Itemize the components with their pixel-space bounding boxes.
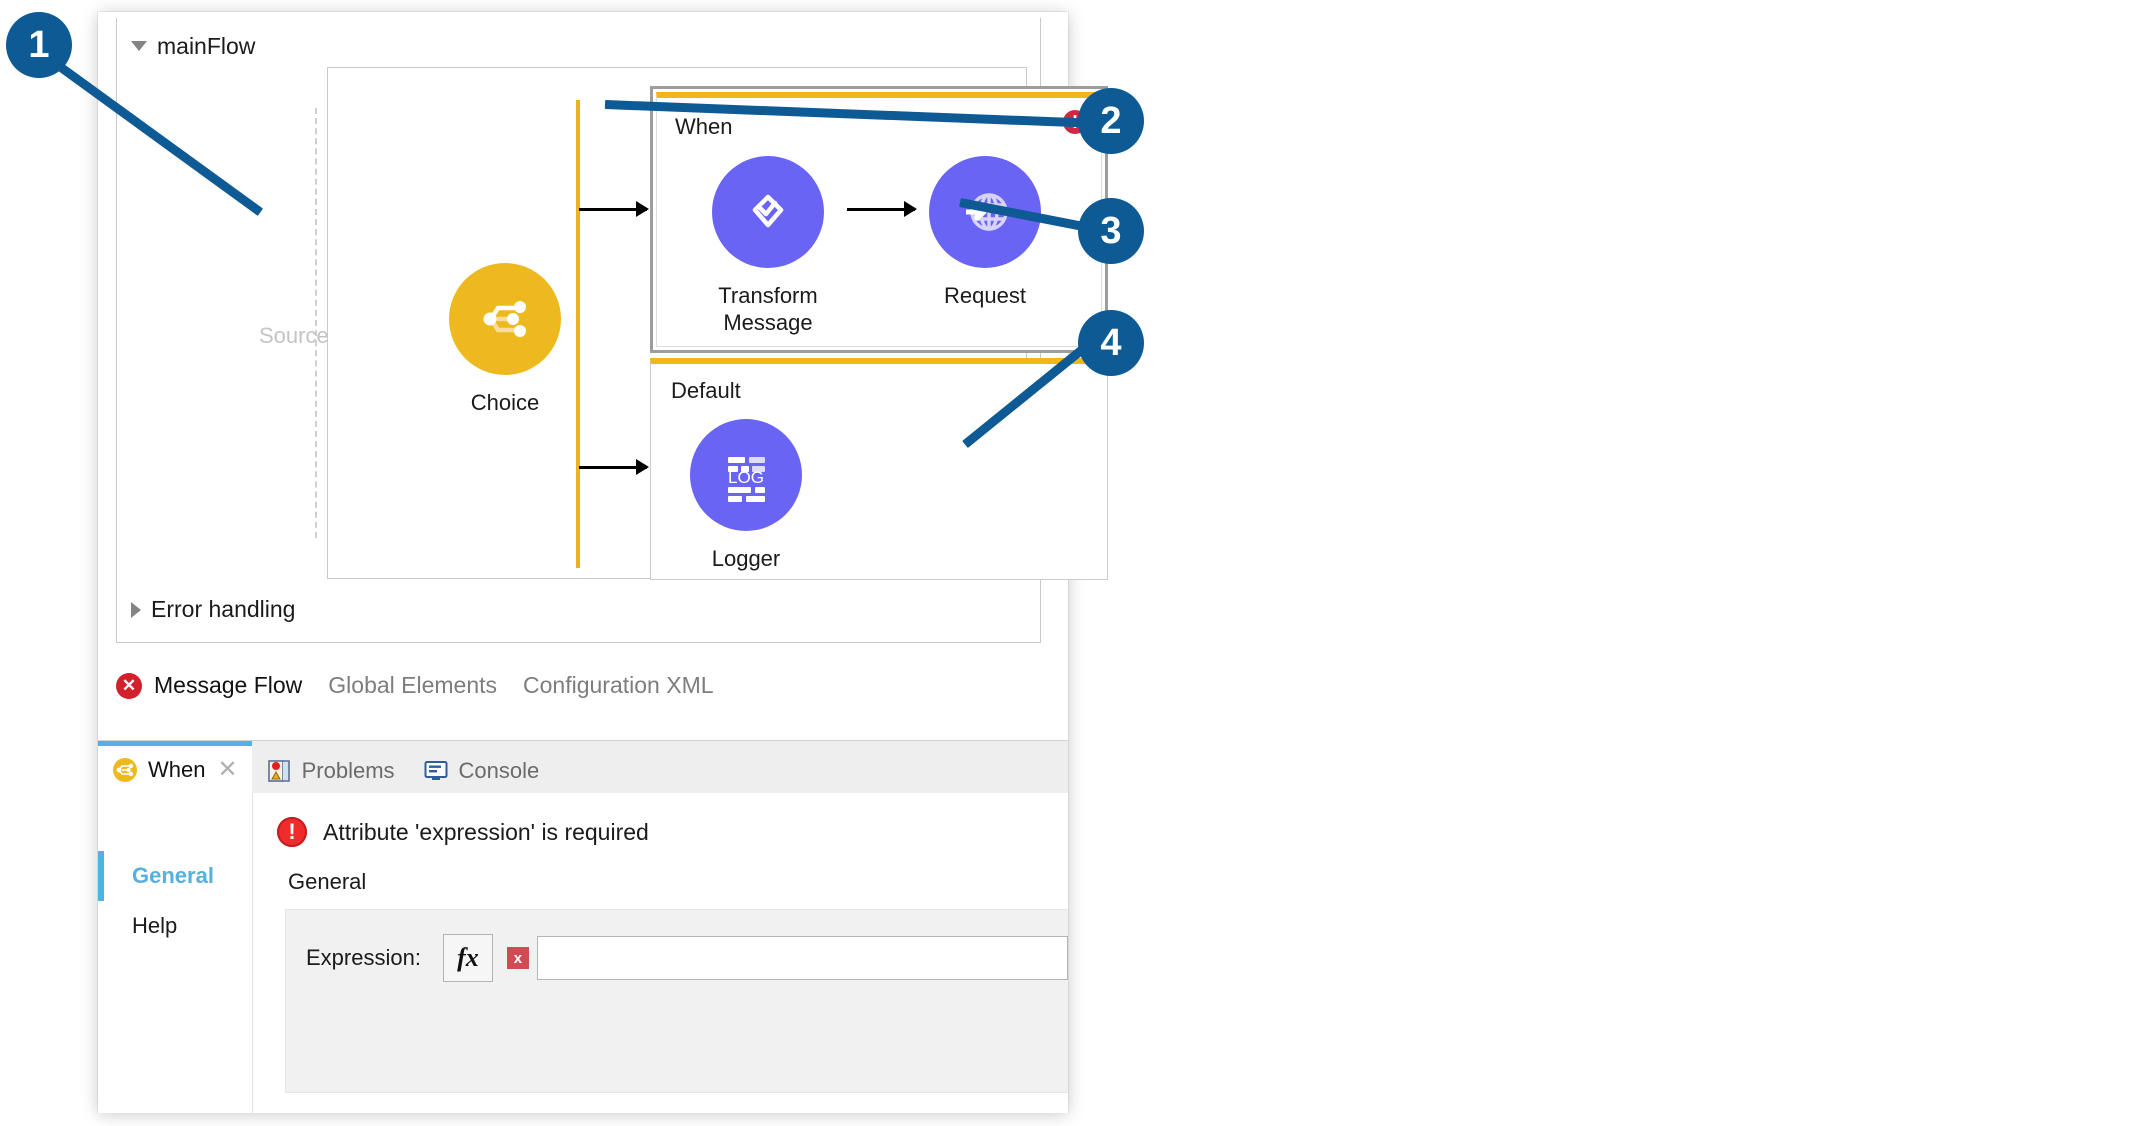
properties-body: General Help ! Attribute 'expression' is… — [98, 793, 1068, 1113]
node-transform-label-line2: Message — [723, 310, 813, 336]
fx-button[interactable]: fx — [442, 934, 493, 982]
transform-message-icon — [712, 156, 824, 268]
tab-message-flow[interactable]: ✕ Message Flow — [116, 672, 302, 699]
error-exclamation-icon: ! — [277, 817, 307, 847]
properties-main: ! Attribute 'expression' is required Gen… — [253, 793, 1068, 1113]
tab-when-properties[interactable]: When ✕ — [98, 741, 252, 793]
close-icon[interactable]: ✕ — [217, 757, 237, 782]
properties-error-message: Attribute 'expression' is required — [323, 818, 649, 845]
tab-console[interactable]: Console — [409, 749, 554, 793]
node-choice-label: Choice — [470, 390, 540, 415]
properties-error-banner: ! Attribute 'expression' is required — [253, 793, 1068, 847]
chevron-down-icon[interactable] — [131, 41, 147, 51]
problems-icon — [266, 758, 292, 784]
tab-console-label: Console — [458, 758, 540, 783]
expression-field-row: Expression: fx x — [286, 910, 1068, 982]
callout-badge-4: 4 — [1078, 310, 1144, 376]
error-handling-label: Error handling — [151, 596, 296, 622]
tab-problems[interactable]: Problems — [252, 749, 409, 793]
properties-nav: General Help — [98, 793, 253, 1113]
console-monitor-icon — [423, 758, 449, 784]
route-default[interactable]: Default LOG Logger — [650, 358, 1108, 580]
expression-input[interactable] — [536, 936, 1068, 980]
tab-configuration-xml[interactable]: Configuration XML — [523, 672, 714, 699]
tab-problems-label: Problems — [301, 758, 395, 783]
choice-when-icon — [112, 757, 138, 783]
properties-tab-bar: When ✕ Problems Console — [98, 741, 1068, 793]
tab-global-elements-label: Global Elements — [328, 672, 498, 698]
node-choice[interactable]: Choice — [449, 263, 561, 416]
editor-tab-bar: ✕ Message Flow Global Elements Configura… — [116, 672, 714, 699]
node-logger[interactable]: LOG Logger — [666, 419, 826, 572]
route-when-label: When — [675, 114, 733, 139]
flow-name-label: mainFlow — [157, 32, 256, 59]
tab-global-elements[interactable]: Global Elements — [328, 672, 497, 699]
node-request-label: Request — [944, 283, 1026, 308]
node-request[interactable]: Request — [905, 156, 1065, 309]
svg-text:LOG: LOG — [728, 468, 764, 487]
connector-arrow-choice-to-when — [579, 201, 649, 217]
node-transform-message-label: Transform Message — [688, 282, 848, 337]
expression-field-label: Expression: — [306, 945, 421, 970]
studio-window: mainFlow Source Choice When Transform Me… — [98, 12, 1108, 1113]
choice-router-icon — [449, 263, 561, 375]
choice-routes-rail — [576, 100, 580, 568]
node-transform-label-line1: Transform — [718, 283, 818, 308]
error-handling-section[interactable]: Error handling — [131, 596, 295, 623]
chevron-right-icon[interactable] — [131, 601, 141, 618]
callout-badge-3: 3 — [1078, 198, 1144, 264]
logger-log-icon: LOG — [690, 419, 802, 531]
invalid-field-marker-icon: x — [506, 947, 529, 969]
node-logger-label: Logger — [711, 546, 781, 571]
properties-view: When ✕ Problems Console General Help ! A… — [98, 740, 1068, 1113]
tab-message-flow-label: Message Flow — [154, 672, 303, 698]
source-placeholder-label: Source — [259, 323, 329, 348]
connector-arrow-choice-to-default — [579, 459, 649, 475]
properties-section-title: General — [288, 869, 367, 894]
screenshot-root: mainFlow Source Choice When Transform Me… — [0, 0, 2142, 1126]
node-transform-message[interactable]: Transform Message — [688, 156, 848, 337]
error-x-icon: ✕ — [116, 672, 142, 699]
flow-header[interactable]: mainFlow — [117, 23, 255, 69]
properties-nav-item-help[interactable]: Help — [98, 901, 252, 951]
route-default-label: Default — [671, 378, 741, 403]
connector-arrow-transform-to-request — [847, 201, 917, 217]
callout-badge-1: 1 — [6, 12, 72, 78]
general-field-panel: Expression: fx x — [285, 909, 1068, 1093]
tab-when-properties-label: When — [148, 756, 206, 782]
callout-badge-2: 2 — [1078, 88, 1144, 154]
tab-configuration-xml-label: Configuration XML — [523, 672, 714, 698]
properties-nav-item-general[interactable]: General — [98, 851, 252, 901]
